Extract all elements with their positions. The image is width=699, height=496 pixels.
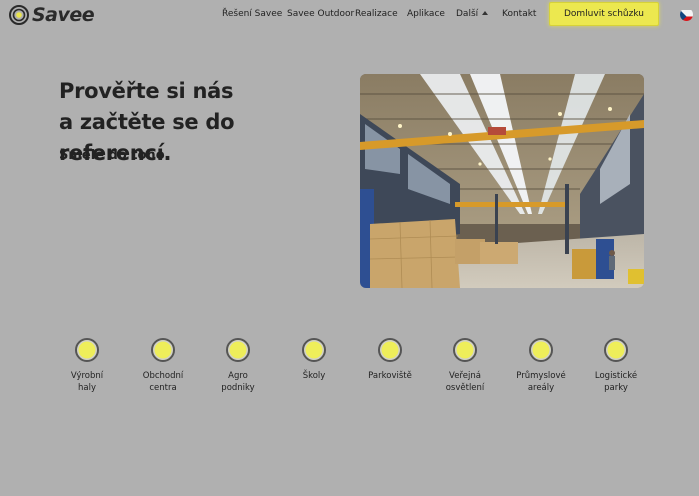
category-label-line2: osvětlení — [445, 383, 485, 393]
category-label-line2: podniky — [221, 383, 255, 393]
hero-title-line1: Prověřte si nás — [59, 79, 234, 103]
category-circle-icon — [75, 338, 99, 362]
savee-logo-icon — [9, 5, 29, 25]
caret-up-icon — [482, 11, 489, 15]
category-label-line1: Logistické — [594, 371, 638, 381]
book-meeting-button[interactable]: Domluvit schůzku — [549, 2, 659, 26]
category-label: Výrobní haly — [52, 370, 122, 394]
category-circle-icon — [453, 338, 477, 362]
category-label-line2: centra — [149, 383, 177, 393]
category-label: Průmyslové areály — [506, 370, 576, 394]
top-navigation: Savee Řešení Savee Savee Outdoor Realiza… — [0, 0, 699, 30]
industrial-hall-photo — [360, 74, 644, 288]
category-label-line1: Obchodní — [142, 371, 184, 381]
category-label: Parkoviště — [355, 370, 425, 382]
category-logisticke-parky[interactable]: Logistické parky — [581, 338, 651, 394]
category-label-line1: Průmyslové — [516, 371, 566, 381]
nav-link-savee-outdoor[interactable]: Savee Outdoor — [287, 9, 354, 19]
category-circle-icon — [151, 338, 175, 362]
category-circle-icon — [529, 338, 553, 362]
nav-link-reseni-savee[interactable]: Řešení Savee — [222, 9, 282, 19]
category-label-line1: Veřejná — [449, 371, 481, 381]
savee-logo[interactable]: Savee — [9, 4, 95, 26]
category-label: Agro podniky — [203, 370, 273, 394]
category-vyrobni-haly[interactable]: Výrobní haly — [52, 338, 122, 394]
nav-link-realizace[interactable]: Realizace — [355, 9, 398, 19]
category-label-line1: Školy — [302, 371, 326, 381]
category-obchodni-centra[interactable]: Obchodní centra — [128, 338, 198, 394]
category-label-line2: parky — [604, 383, 628, 393]
category-label-line1: Parkoviště — [368, 371, 412, 381]
category-skoly[interactable]: Školy — [279, 338, 349, 382]
nav-link-aplikace[interactable]: Aplikace — [407, 9, 445, 19]
category-circle-icon — [378, 338, 402, 362]
category-label-line2: areály — [527, 383, 555, 393]
nav-link-dalsi-label: Další — [456, 9, 479, 19]
brand-name: Savee — [32, 4, 95, 26]
category-prumyslove-arealy[interactable]: Průmyslové areály — [506, 338, 576, 394]
czech-flag-icon[interactable] — [680, 8, 693, 21]
category-label: Logistické parky — [581, 370, 651, 394]
category-label-line2: haly — [78, 383, 96, 393]
nav-link-dalsi[interactable]: Další — [456, 9, 489, 19]
category-label-line1: Agro — [228, 371, 248, 381]
category-label-line1: Výrobní — [70, 371, 104, 381]
category-parkoviste[interactable]: Parkoviště — [355, 338, 425, 382]
category-label: Veřejná osvětlení — [430, 370, 500, 394]
hero-subtitle: Směle do toho. — [59, 148, 170, 163]
category-circle-icon — [604, 338, 628, 362]
category-circle-icon — [226, 338, 250, 362]
category-circle-icon — [302, 338, 326, 362]
category-agro-podniky[interactable]: Agro podniky — [203, 338, 273, 394]
nav-link-kontakt[interactable]: Kontakt — [502, 9, 536, 19]
category-label: Školy — [279, 370, 349, 382]
category-verejna-osvetleni[interactable]: Veřejná osvětlení — [430, 338, 500, 394]
category-label: Obchodní centra — [128, 370, 198, 394]
